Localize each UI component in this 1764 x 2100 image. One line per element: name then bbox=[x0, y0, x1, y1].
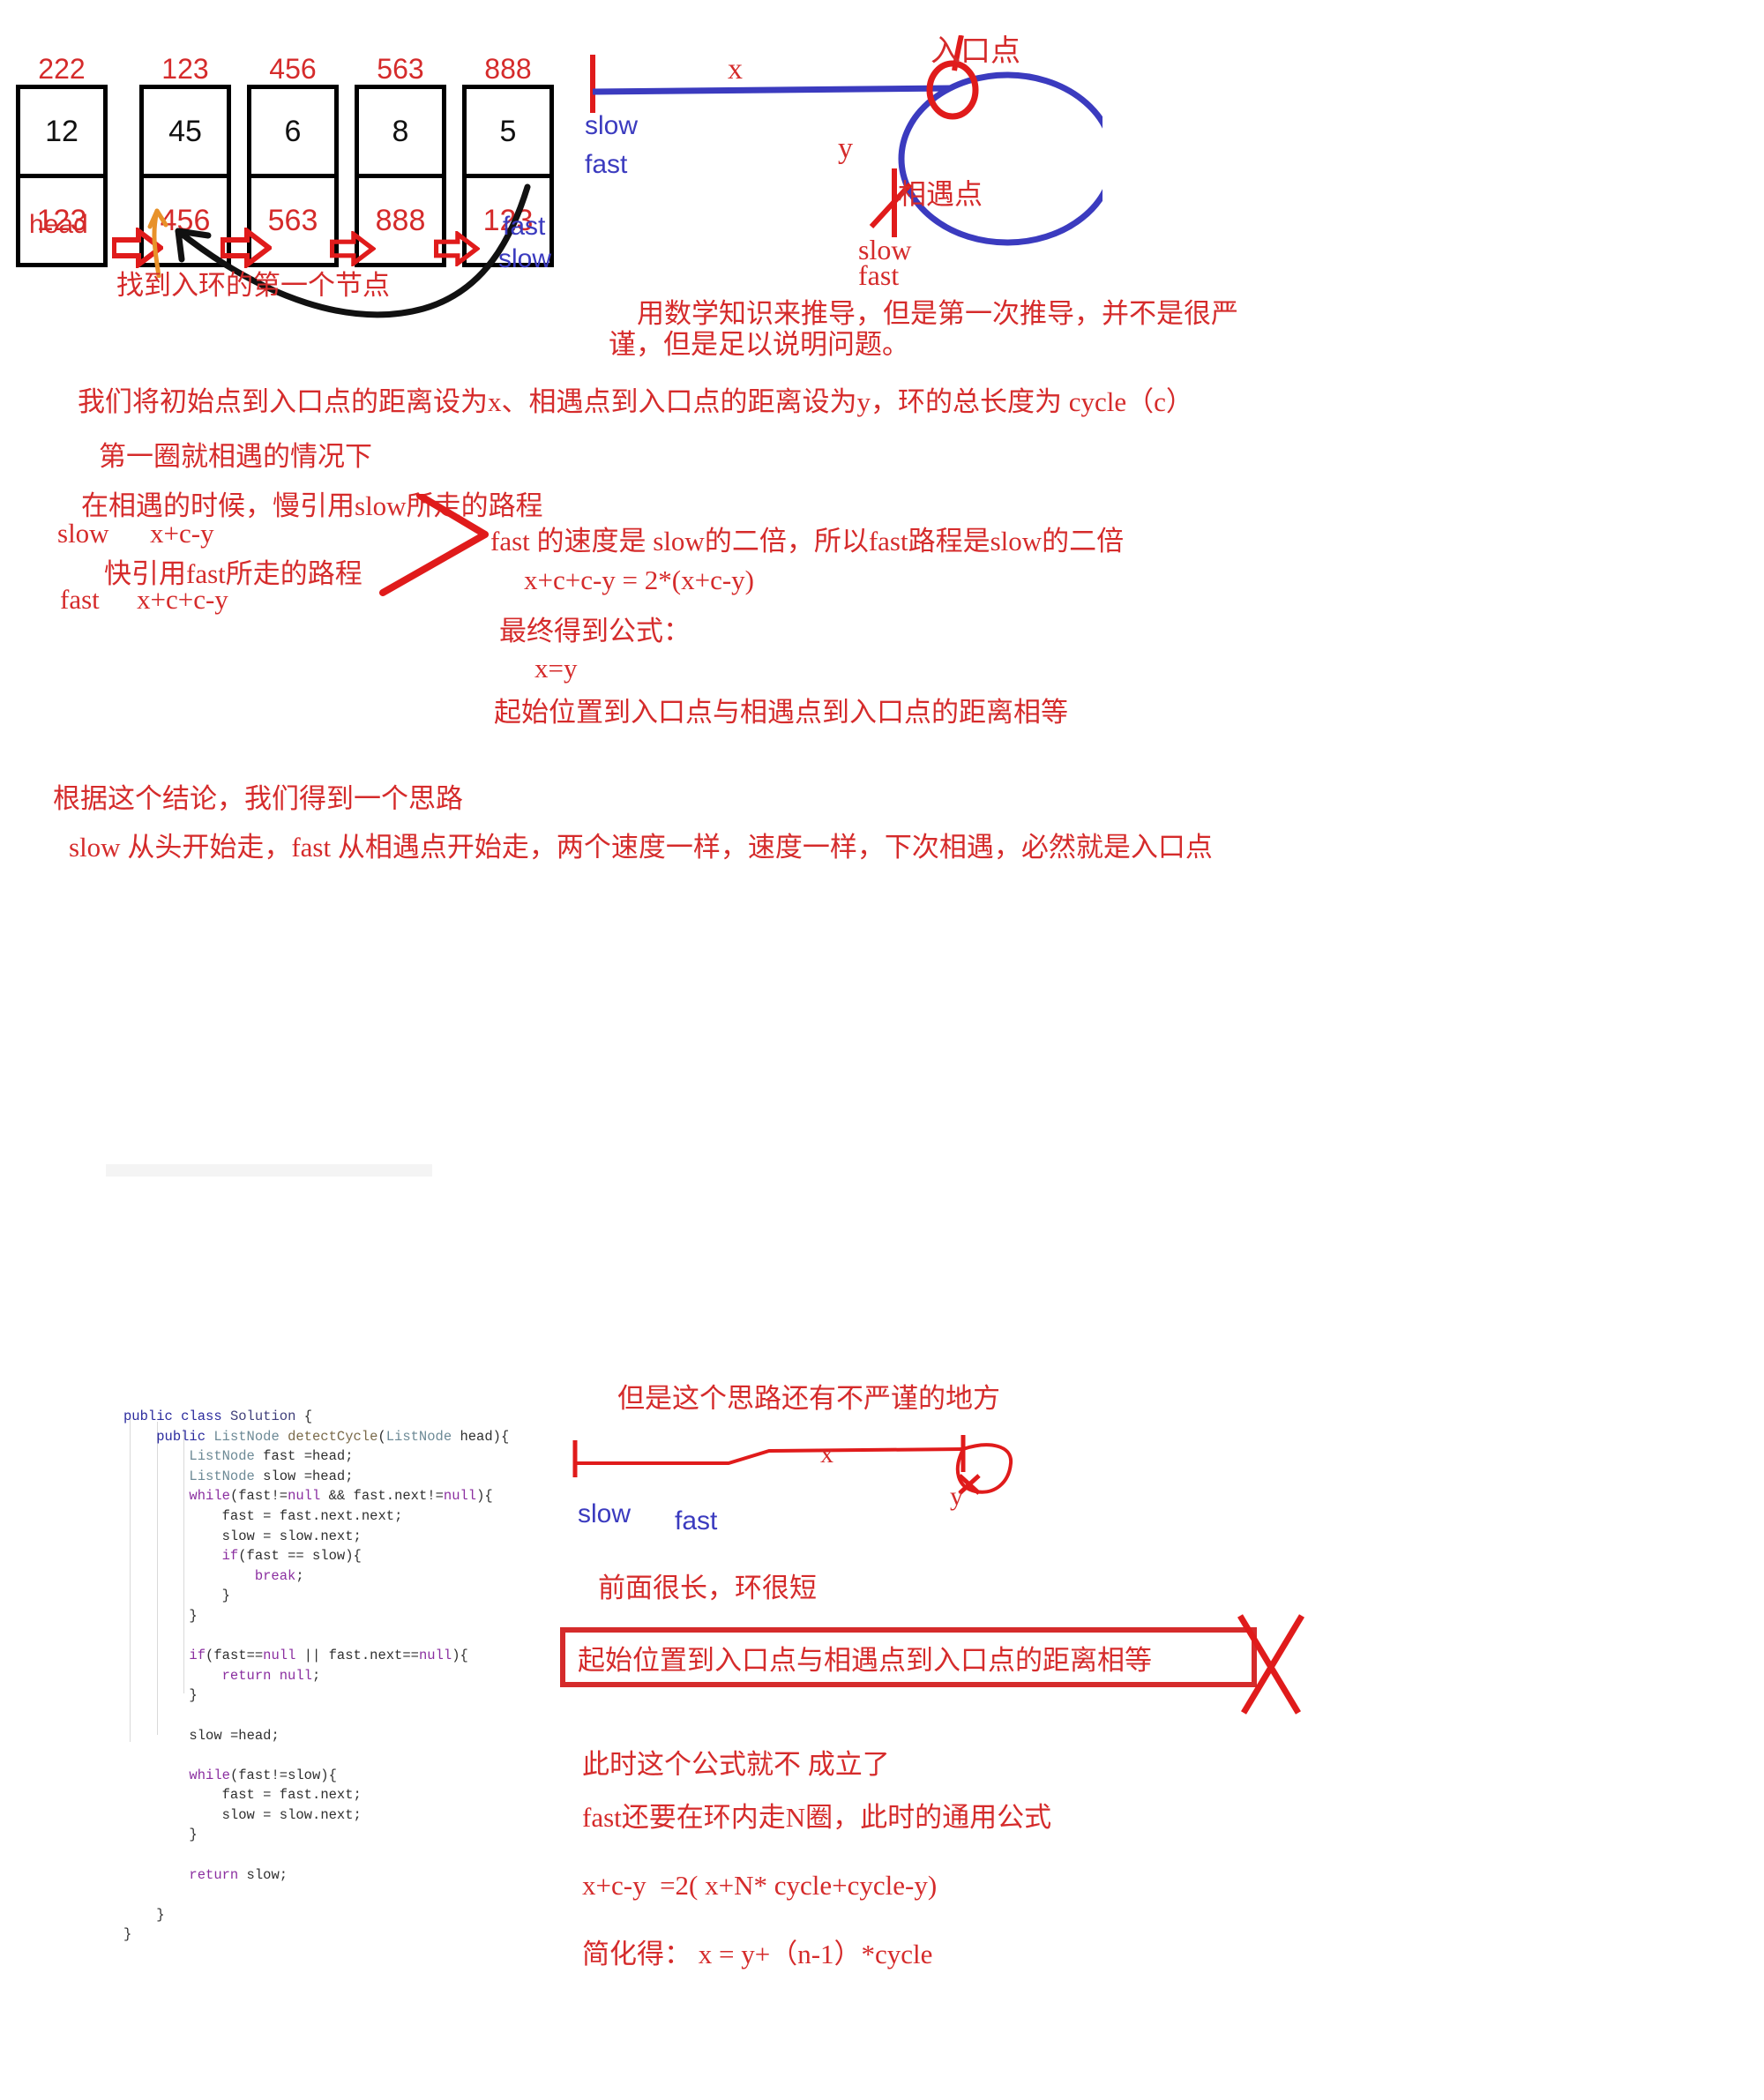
path-equation: x+c+c-y = 2*(x+c-y) bbox=[524, 564, 755, 595]
code-line: slow =head; bbox=[189, 1727, 280, 1744]
code-text: public class Solution { public ListNode … bbox=[123, 1407, 509, 1945]
code-line: } bbox=[189, 1827, 198, 1843]
derivation-note-line2: 谨，但是足以说明问题。 bbox=[609, 329, 909, 360]
final-formula-label: 最终得到公式： bbox=[499, 616, 691, 646]
node-value-4: 5 bbox=[467, 89, 549, 178]
caveat-y-label: y bbox=[950, 1482, 963, 1511]
meet-fast-label: fast bbox=[858, 259, 900, 291]
code-line: if(fast == slow){ bbox=[221, 1548, 362, 1565]
tail-pointer-slow-label: slow bbox=[498, 244, 552, 273]
code-line: while(fast!=null && fast.next!=null){ bbox=[189, 1488, 493, 1505]
formula-invalid-note: 此时这个公式就不 成立了 bbox=[582, 1749, 890, 1780]
caveat-fast-label: fast bbox=[675, 1506, 718, 1536]
code-line: } bbox=[156, 1906, 165, 1923]
slow-pointer-name: slow bbox=[57, 518, 109, 549]
fast-path-formula: x+c+c-y bbox=[137, 584, 228, 615]
code-line: if(fast==null || fast.next==null){ bbox=[189, 1648, 468, 1664]
distance-definition: 我们将初始点到入口点的距离设为x、相遇点到入口点的距离设为y，环的总长度为 cy… bbox=[78, 386, 1193, 417]
code-line: } bbox=[123, 1926, 132, 1943]
node-address-2: 456 bbox=[269, 53, 317, 85]
start-fast-label: fast bbox=[585, 150, 628, 179]
node-value-1: 45 bbox=[144, 89, 227, 178]
derivation-chevron-arrow bbox=[379, 494, 489, 596]
code-line: public class Solution { bbox=[123, 1409, 312, 1424]
speed-relation-note: fast 的速度是 slow的二倍，所以fast路程是slow的二倍 bbox=[490, 526, 1125, 557]
caveat-x-label: x bbox=[820, 1439, 833, 1469]
general-formula: x+c-y =2( x+N* cycle+cycle-y) bbox=[582, 1870, 938, 1901]
node-address-1: 123 bbox=[161, 53, 209, 85]
code-line: slow = slow.next; bbox=[221, 1528, 362, 1544]
y-distance-label: y bbox=[838, 132, 853, 165]
code-line: return null; bbox=[221, 1667, 321, 1684]
code-line: slow = slow.next; bbox=[221, 1806, 362, 1823]
node-value-2: 6 bbox=[251, 89, 334, 178]
entry-point-label: 入口点 bbox=[931, 35, 1020, 68]
node-value-0: 12 bbox=[20, 89, 103, 178]
shape-note: 前面很长，环很短 bbox=[598, 1573, 817, 1603]
tail-pointer-fast-label: fast bbox=[503, 212, 546, 241]
simplified-formula: 简化得： x = y+（n-1）*cycle bbox=[582, 1939, 933, 1969]
code-line: while(fast!=slow){ bbox=[189, 1767, 337, 1783]
code-line: } bbox=[221, 1588, 230, 1604]
final-formula: x=y bbox=[534, 653, 578, 684]
code-highlight-band bbox=[106, 1164, 432, 1177]
code-line: } bbox=[189, 1607, 198, 1624]
fast-pointer-name: fast bbox=[60, 584, 100, 615]
start-slow-label: slow bbox=[585, 111, 639, 140]
code-line: fast = fast.next.next; bbox=[221, 1507, 403, 1524]
slow-path-formula: x+c-y bbox=[150, 518, 214, 549]
idea-body: slow 从头开始走，fast 从相遇点开始走，两个速度一样，速度一样，下次相遇… bbox=[69, 832, 1213, 863]
code-line: public ListNode detectCycle(ListNode hea… bbox=[156, 1428, 510, 1445]
caveat-slow-label: slow bbox=[578, 1499, 632, 1528]
general-formula-note: fast还要在环内走N圈，此时的通用公式 bbox=[582, 1802, 1052, 1833]
node-address-4: 888 bbox=[484, 53, 532, 85]
x-distance-label: x bbox=[728, 53, 743, 86]
caveat-heading: 但是这个思路还有不严谨的地方 bbox=[617, 1383, 1000, 1414]
code-line: return slow; bbox=[189, 1866, 288, 1883]
meet-point-label: 相遇点 bbox=[898, 178, 983, 210]
idea-heading: 根据这个结论，我们得到一个思路 bbox=[53, 783, 463, 814]
crossed-statement-text: 起始位置到入口点与相遇点到入口点的距离相等 bbox=[578, 1644, 1152, 1676]
derivation-conclusion: 起始位置到入口点与相遇点到入口点的距离相等 bbox=[494, 697, 1068, 728]
code-line: ListNode fast =head; bbox=[189, 1448, 354, 1465]
entry-node-note: 找到入环的第一个节点 bbox=[116, 270, 390, 301]
node-address-0: 222 bbox=[38, 53, 86, 85]
node-address-3: 563 bbox=[377, 53, 424, 85]
code-line: ListNode slow =head; bbox=[189, 1468, 354, 1484]
code-line: } bbox=[189, 1687, 198, 1704]
head-label: head bbox=[29, 210, 88, 239]
code-line: fast = fast.next; bbox=[221, 1787, 362, 1804]
first-lap-case-title: 第一圈就相遇的情况下 bbox=[99, 441, 372, 472]
crossed-statement-box: 起始位置到入口点与相遇点到入口点的距离相等 bbox=[560, 1627, 1257, 1687]
code-line: break; bbox=[254, 1567, 304, 1584]
node-value-3: 8 bbox=[359, 89, 442, 178]
crossed-out-mark bbox=[1237, 1614, 1305, 1715]
